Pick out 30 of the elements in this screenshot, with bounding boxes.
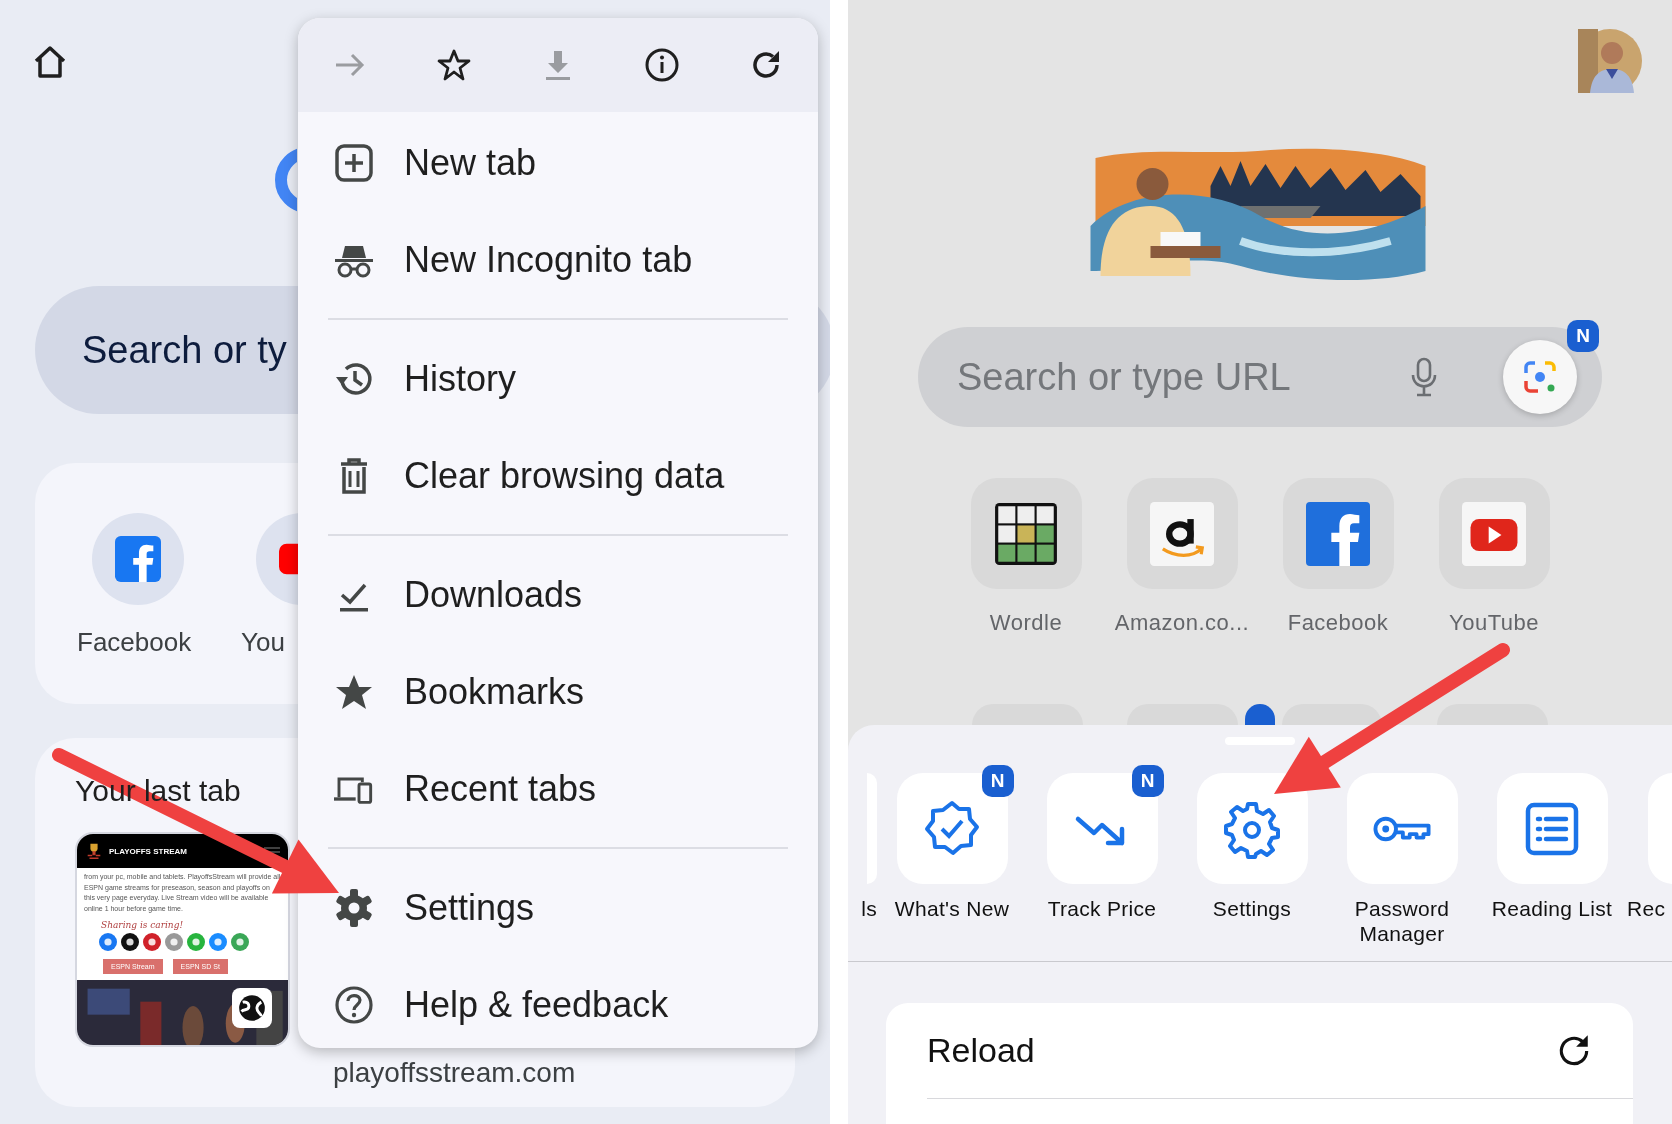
tab-url: playoffsstream.com — [333, 1057, 576, 1089]
action-label: ls — [861, 896, 877, 921]
menu-item[interactable]: Settings — [298, 859, 818, 956]
menu-item[interactable]: History — [298, 330, 818, 427]
new-badge: N — [981, 765, 1014, 797]
action-label: Reading List — [1491, 896, 1613, 921]
shortcut-label: Facebook — [1287, 610, 1389, 636]
shortcut-label: Wordle — [989, 610, 1063, 636]
action-label: Rec — [1627, 896, 1666, 921]
menu-item[interactable]: Recent tabs — [298, 740, 818, 837]
menu-item[interactable]: Help & feedback — [298, 956, 818, 1048]
action-label: Track Price — [1047, 896, 1157, 921]
menu-item[interactable]: New tab — [298, 114, 818, 211]
menu-item[interactable]: Clear browsing data — [298, 427, 818, 524]
site-title: PLAYOFFS STREAM — [109, 846, 188, 856]
share-heading: Sharing is caring! — [101, 920, 185, 930]
action-label: What's New — [894, 896, 1010, 921]
new-badge: N — [1567, 320, 1599, 352]
shortcut-label: Facebook — [76, 627, 192, 658]
menu-item[interactable]: Bookmarks — [298, 643, 818, 740]
menu-item[interactable]: Reload — [927, 1003, 1633, 1099]
shortcut-label: You — [240, 627, 285, 658]
search-input[interactable]: Search or type URL — [955, 354, 1379, 400]
menu-item[interactable]: Downloads — [298, 546, 818, 643]
menu-item[interactable]: New Incognito tab — [298, 211, 818, 308]
new-badge: N — [1131, 765, 1164, 797]
shortcut-label: YouTube — [1449, 610, 1539, 636]
shortcut-label: Amazon.co... — [1114, 610, 1250, 636]
action-label: Settings — [1212, 896, 1292, 921]
action-label: Password Manager — [1353, 896, 1451, 946]
